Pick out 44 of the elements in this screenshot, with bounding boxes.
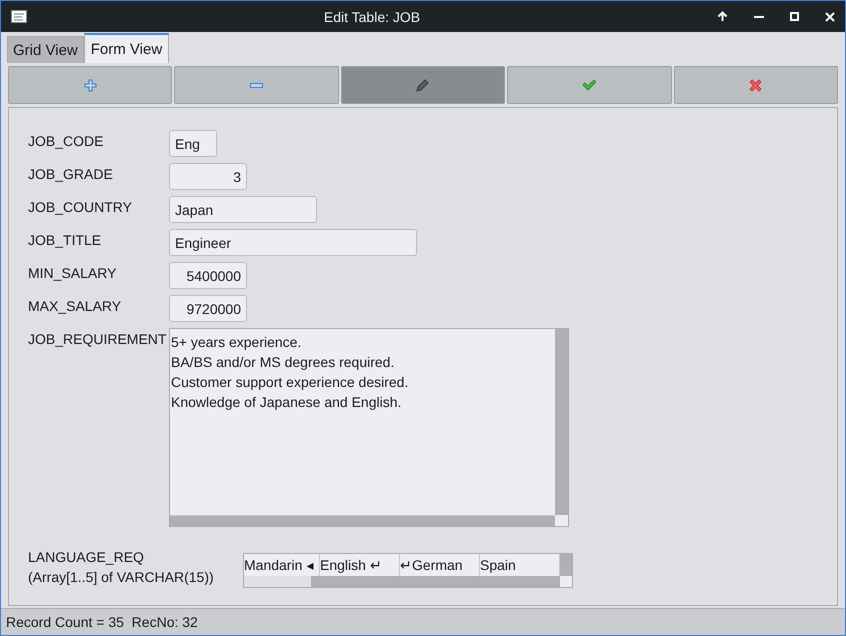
input-field[interactable]: 5400000 — [169, 262, 247, 289]
add-button[interactable] — [8, 66, 172, 104]
input-field[interactable]: 3 — [169, 163, 247, 190]
minimize-icon[interactable] — [754, 16, 764, 18]
window-title: Edit Table: JOB — [322, 8, 422, 24]
field-label: JOB_GRADE — [28, 165, 114, 182]
vertical-scrollbar[interactable] — [560, 554, 572, 576]
field-label: JOB_REQUIREMENT — [28, 330, 168, 347]
maximize-icon[interactable] — [790, 12, 799, 21]
cancel-button[interactable] — [674, 66, 838, 104]
keep-above-icon[interactable] — [717, 11, 728, 22]
delete-button[interactable] — [174, 66, 339, 104]
status-text: Record Count = 35 RecNo: 32 — [6, 614, 198, 630]
check-icon — [582, 79, 596, 91]
plus-icon — [84, 78, 97, 92]
memo-line: Customer support experience desired. — [171, 373, 410, 392]
pencil-icon — [416, 78, 430, 92]
cross-icon — [749, 78, 762, 92]
post-button[interactable] — [507, 66, 672, 104]
field-label: JOB_CODE — [28, 132, 104, 149]
memo-line: Knowledge of Japanese and English. — [171, 393, 402, 412]
horizontal-scrollbar[interactable] — [311, 576, 560, 587]
minus-icon — [250, 82, 264, 88]
field-label: JOB_COUNTRY — [28, 198, 133, 215]
vertical-scrollbar[interactable] — [555, 329, 568, 515]
input-field[interactable]: Engineer — [169, 229, 417, 256]
field-label: MAX_SALARY — [28, 297, 122, 314]
input-field[interactable]: 9720000 — [169, 295, 247, 322]
memo-line: 5+ years experience. — [171, 333, 302, 352]
array-grid[interactable]: Mandarin ◂ English ↵ ↵German Spain — [243, 553, 573, 588]
close-icon[interactable] — [825, 12, 835, 22]
field-label: JOB_TITLE — [28, 231, 102, 248]
memo-line: BA/BS and/or MS degrees required. — [171, 353, 396, 372]
input-field[interactable]: Eng — [169, 130, 217, 157]
input-field[interactable]: Japan — [169, 196, 317, 223]
edit-button[interactable] — [340, 66, 506, 104]
field-sublabel: (Array[1..5] of VARCHAR(15)) — [28, 569, 215, 585]
app-icon — [11, 10, 27, 23]
tab[interactable]: Grid View — [7, 36, 84, 63]
memo-field[interactable]: 5+ years experience. BA/BS and/or MS degrees required. Customer support experience desired. Knowledge of Japanese and English. — [169, 328, 569, 527]
field-label: LANGUAGE_REQ — [28, 549, 145, 565]
horizontal-scrollbar[interactable] — [170, 515, 555, 526]
field-label: MIN_SALARY — [28, 264, 118, 281]
tab[interactable]: Form View — [84, 33, 170, 63]
